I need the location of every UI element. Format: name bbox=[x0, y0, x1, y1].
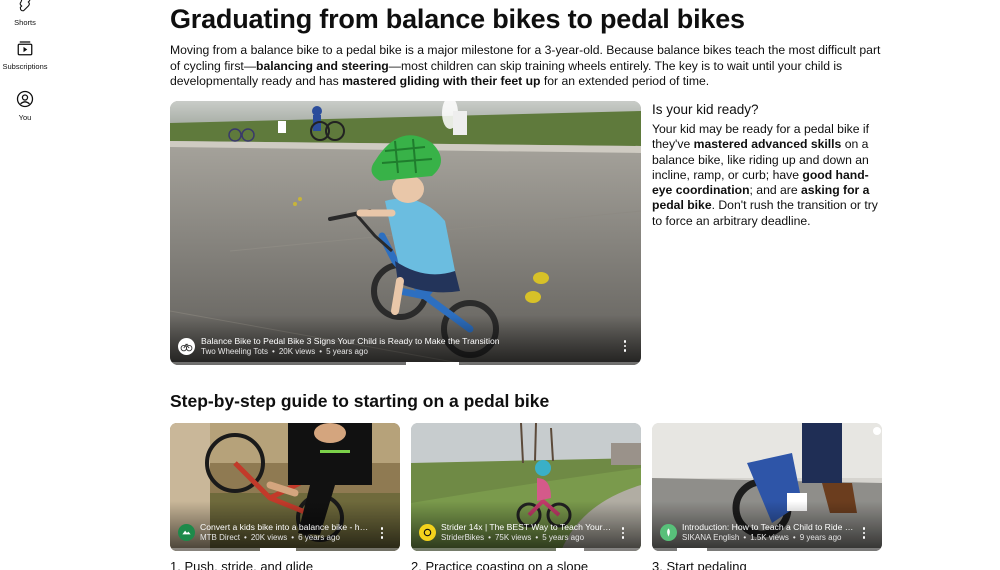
upload-age: 6 years ago bbox=[298, 533, 340, 542]
video-progress bbox=[170, 362, 641, 365]
sidebar-item-subscriptions[interactable]: Subscriptions bbox=[0, 38, 50, 71]
sidebar-item-shorts[interactable]: Shorts bbox=[0, 0, 50, 27]
view-count: 1.5K views bbox=[750, 533, 789, 542]
upload-age: 5 years ago bbox=[542, 533, 585, 542]
left-nav: Shorts Subscriptions You bbox=[0, 0, 50, 570]
view-count: 20K views bbox=[250, 533, 288, 542]
more-vert-icon[interactable] bbox=[618, 525, 628, 541]
step-title: 1. Push, stride, and glide bbox=[170, 559, 314, 570]
video-card[interactable]: Introduction: How to Teach a Child to Ri… bbox=[652, 423, 882, 551]
upload-age: 5 years ago bbox=[326, 347, 368, 356]
channel-avatar-icon[interactable] bbox=[178, 524, 195, 541]
video-meta: Two Wheeling Tots • 20K views • 5 years ago bbox=[201, 347, 368, 356]
featured-video[interactable]: Balance Bike to Pedal Bike 3 Signs Your … bbox=[170, 101, 641, 365]
readiness-bold: mastered advanced skills bbox=[693, 137, 842, 152]
intro-paragraph: Moving from a balance bike to a pedal bi… bbox=[170, 43, 882, 90]
video-meta: SIKANA English • 1.5K views • 9 years ago bbox=[682, 533, 842, 542]
intro-bold: balancing and steering bbox=[256, 58, 389, 73]
channel-name[interactable]: Two Wheeling Tots bbox=[201, 347, 268, 356]
readiness-section: Is your kid ready? Your kid may be ready… bbox=[652, 101, 884, 229]
video-progress bbox=[652, 548, 882, 551]
channel-avatar-icon[interactable] bbox=[419, 524, 436, 541]
channel-name[interactable]: SIKANA English bbox=[682, 533, 739, 542]
video-meta: MTB Direct • 20K views • 6 years ago bbox=[200, 533, 340, 542]
sidebar-item-label: Subscriptions bbox=[2, 62, 48, 71]
page-title: Graduating from balance bikes to pedal b… bbox=[170, 4, 745, 34]
video-card[interactable]: Strider 14x | The BEST Way to Teach Your… bbox=[411, 423, 641, 551]
shorts-icon bbox=[15, 0, 35, 14]
account-icon bbox=[15, 89, 35, 109]
video-title[interactable]: Introduction: How to Teach a Child to Ri… bbox=[682, 522, 854, 532]
intro-bold: mastered gliding with their feet up bbox=[342, 74, 541, 88]
step-title: 3. Start pedaling bbox=[652, 559, 747, 570]
readiness-text: ; and are bbox=[749, 183, 802, 198]
video-title[interactable]: Strider 14x | The BEST Way to Teach Your… bbox=[441, 522, 613, 532]
channel-avatar-icon[interactable] bbox=[178, 338, 195, 355]
video-progress bbox=[411, 548, 641, 551]
sidebar-item-label: Shorts bbox=[14, 18, 36, 27]
video-progress bbox=[170, 548, 400, 551]
readiness-paragraph: Your kid may be ready for a pedal bike i… bbox=[652, 122, 884, 229]
channel-name[interactable]: StriderBikes bbox=[441, 533, 484, 542]
readiness-heading: Is your kid ready? bbox=[652, 102, 759, 117]
sidebar-item-you[interactable]: You bbox=[0, 89, 50, 122]
more-vert-icon[interactable] bbox=[377, 525, 387, 541]
channel-name[interactable]: MTB Direct bbox=[200, 533, 240, 542]
view-count: 20K views bbox=[278, 347, 316, 356]
subscriptions-icon bbox=[15, 38, 35, 58]
step-title: 2. Practice coasting on a slope bbox=[411, 559, 589, 570]
video-meta: StriderBikes • 75K views • 5 years ago bbox=[441, 533, 585, 542]
more-vert-icon[interactable] bbox=[620, 338, 630, 354]
video-card[interactable]: ▬▬▬ Convert a kids bike into a balance b… bbox=[170, 423, 400, 551]
guide-heading: Step-by-step guide to starting on a peda… bbox=[170, 391, 550, 411]
video-title[interactable]: Balance Bike to Pedal Bike 3 Signs Your … bbox=[201, 336, 601, 346]
upload-age: 9 years ago bbox=[799, 533, 842, 542]
more-vert-icon[interactable] bbox=[859, 525, 869, 541]
video-title[interactable]: Convert a kids bike into a balance bike … bbox=[200, 522, 372, 532]
svg-text:▬▬▬: ▬▬▬ bbox=[320, 445, 350, 456]
sidebar-item-label: You bbox=[18, 113, 32, 122]
intro-text: for an extended period of time. bbox=[540, 74, 710, 88]
channel-avatar-icon[interactable] bbox=[660, 524, 677, 541]
view-count: 75K views bbox=[494, 533, 532, 542]
